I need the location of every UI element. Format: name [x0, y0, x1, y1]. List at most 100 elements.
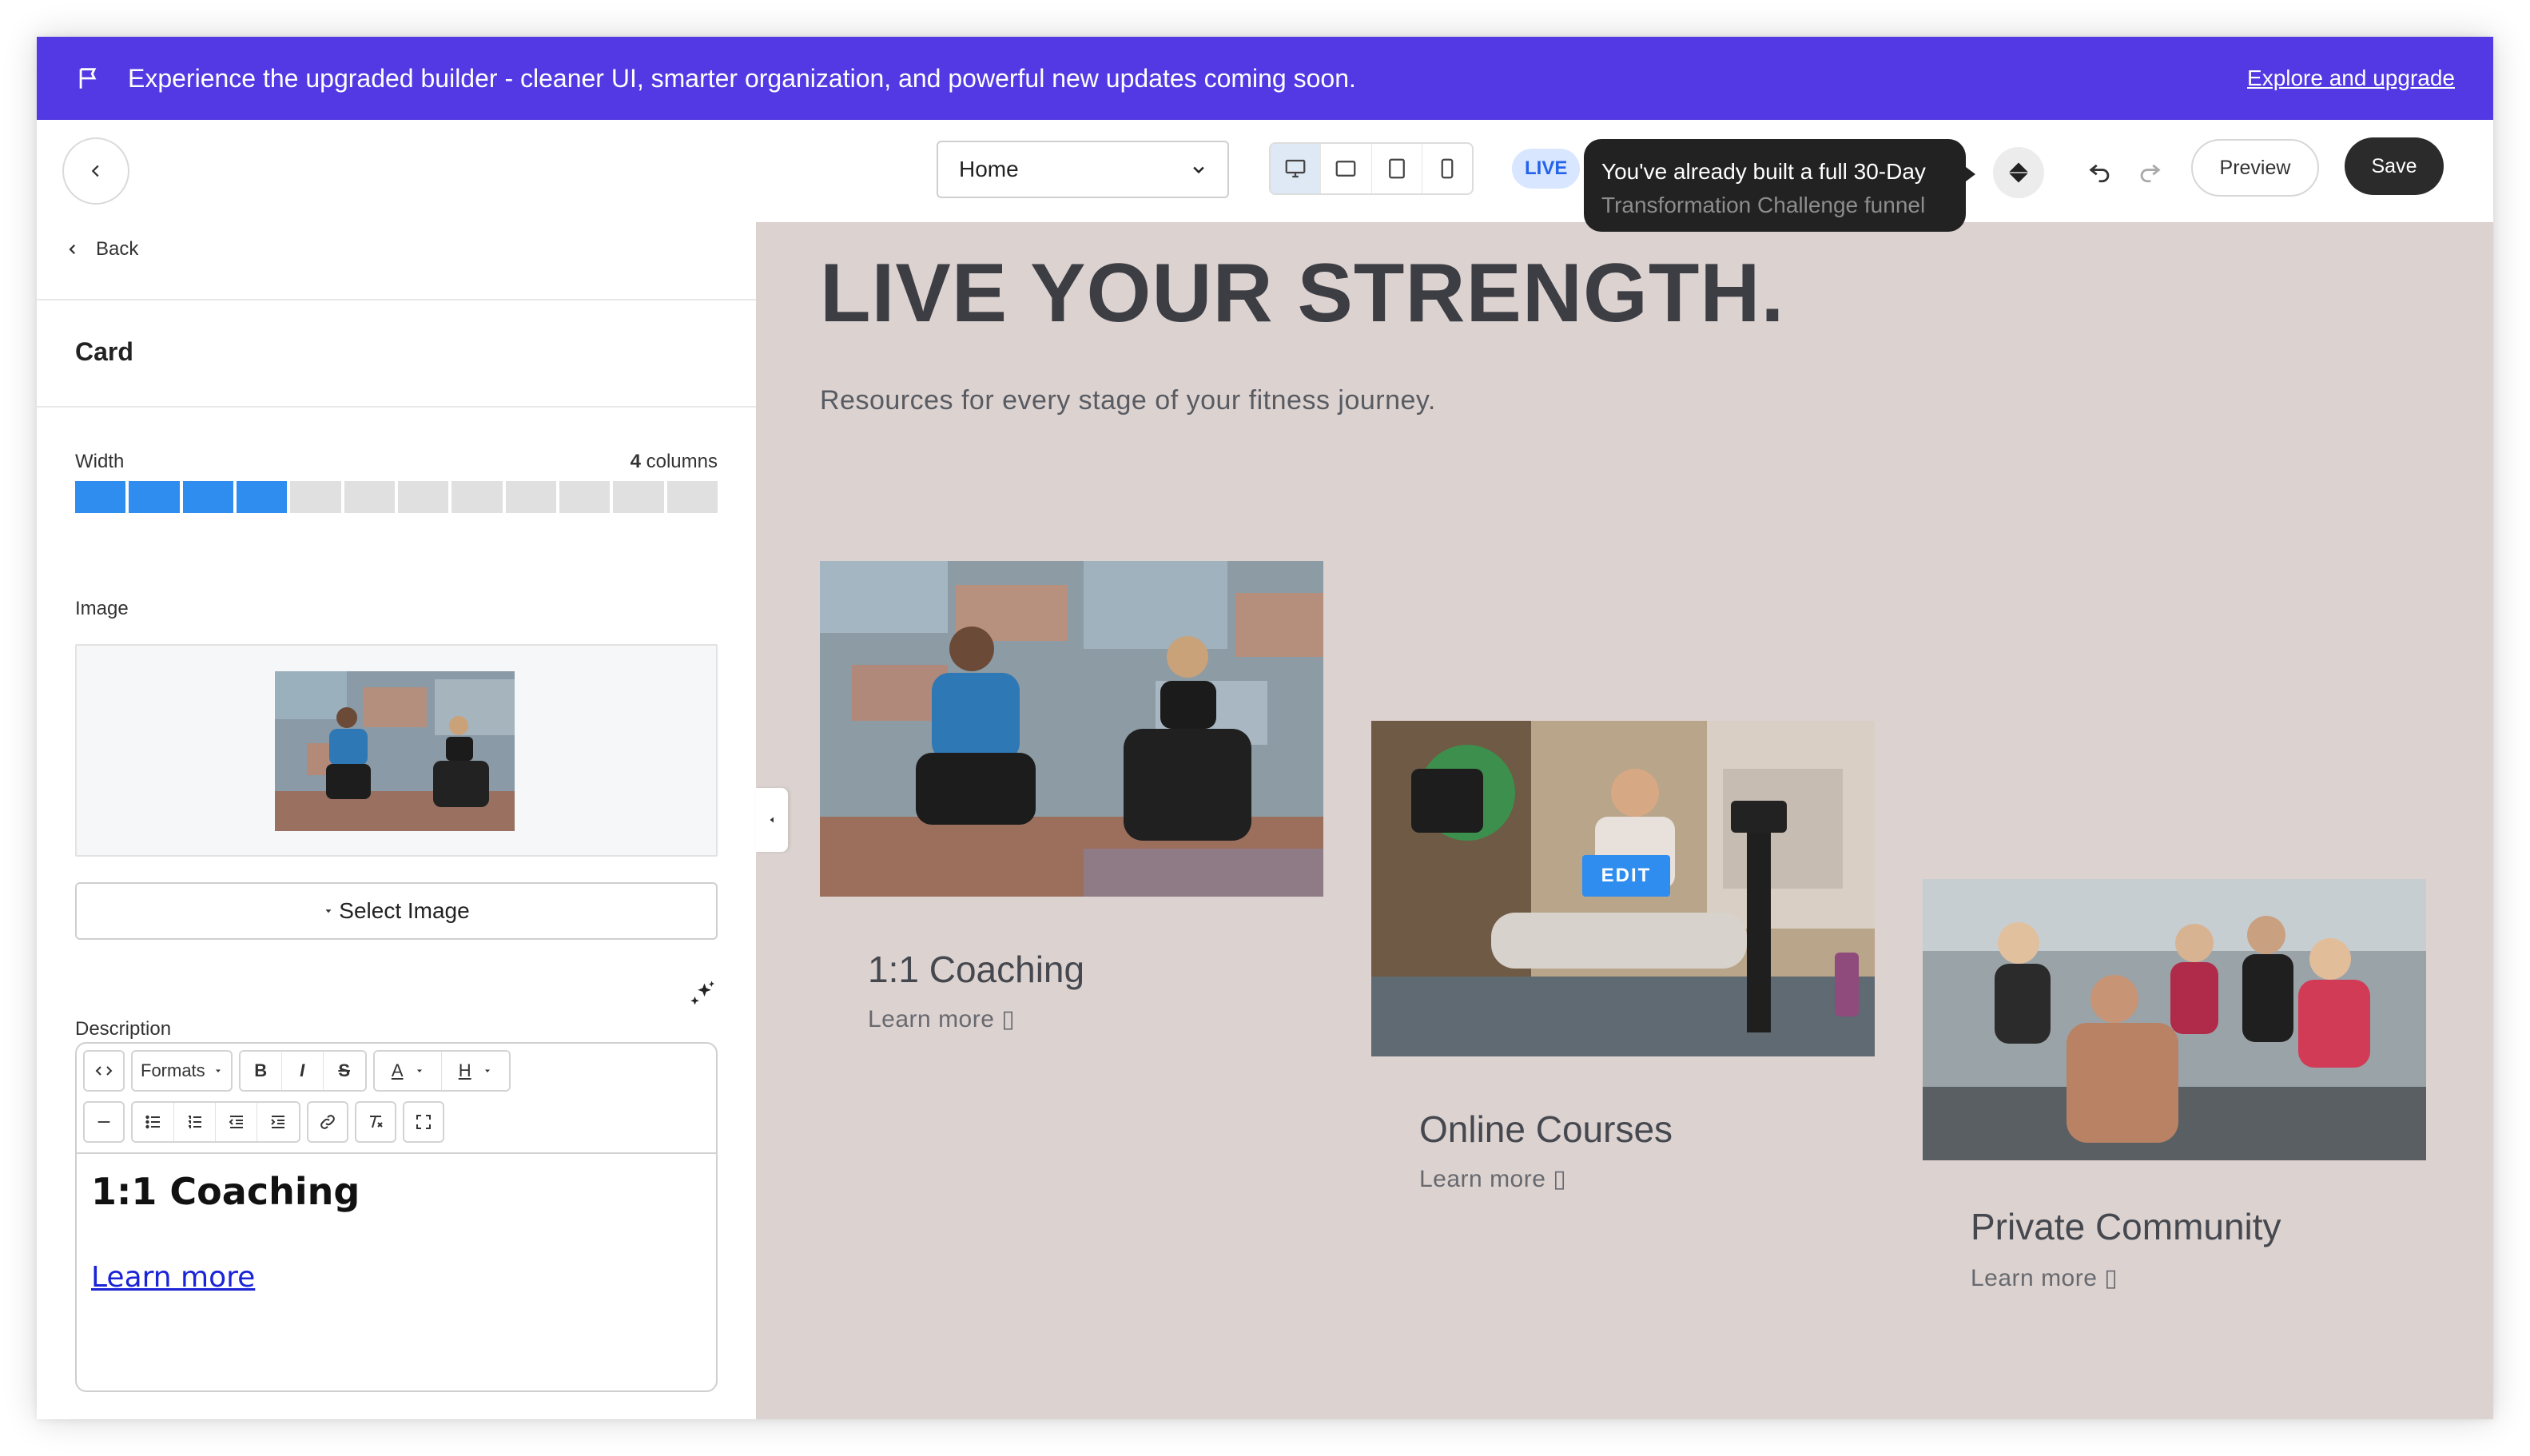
redo-button[interactable] [2132, 153, 2167, 189]
clear-formatting-button[interactable] [355, 1101, 396, 1143]
chevron-down-icon [1193, 166, 1204, 174]
hero-title[interactable]: LIVE YOUR STRENGTH. [820, 246, 1784, 341]
explore-upgrade-link[interactable]: Explore and upgrade [2247, 66, 2455, 91]
outdent-icon [229, 1116, 243, 1128]
width-column-unit: columns [646, 451, 718, 472]
width-segment[interactable] [452, 481, 503, 513]
card-coaching[interactable]: 1:1 Coaching Learn more ▯ [820, 561, 1323, 1056]
bullet-list-button[interactable] [133, 1103, 174, 1141]
width-segment[interactable] [397, 481, 449, 513]
editor-content-area[interactable]: 1:1 Coaching Learn more [77, 1152, 716, 1390]
magic-wand-icon[interactable] [689, 980, 718, 1008]
width-segment[interactable] [290, 481, 341, 513]
horizontal-rule-button[interactable] [83, 1101, 125, 1143]
editor-toolbar-row-2 [83, 1101, 444, 1143]
card-image: EDIT [1371, 721, 1875, 1056]
ai-assistant-button[interactable] [1993, 147, 2044, 198]
mobile-view-button[interactable] [1422, 144, 1472, 193]
card-online-courses[interactable]: EDIT Online Courses Learn more ▯ [1371, 721, 1875, 1216]
redo-icon [2140, 164, 2161, 183]
width-slider[interactable] [75, 481, 718, 513]
tablet-landscape-view-button[interactable] [1321, 144, 1372, 193]
live-badge: LIVE [1512, 149, 1581, 189]
horizontal-rule-icon [97, 1121, 110, 1123]
back-circle-button[interactable] [62, 137, 129, 205]
numbered-list-button[interactable] [174, 1103, 216, 1141]
caret-down-icon [325, 909, 332, 913]
card-learn-more[interactable]: Learn more ▯ [1971, 1264, 2118, 1292]
width-segment[interactable] [505, 481, 556, 513]
width-segment[interactable] [344, 481, 395, 513]
formats-dropdown[interactable]: Formats [131, 1050, 233, 1092]
card-title[interactable]: Private Community [1971, 1205, 2281, 1248]
clear-format-icon [370, 1116, 383, 1128]
formats-label: Formats [141, 1060, 205, 1080]
code-icon [95, 1066, 113, 1076]
editor-learn-more-link[interactable]: Learn more [91, 1261, 702, 1294]
italic-button[interactable]: I [281, 1052, 324, 1090]
image-thumbnail [275, 671, 515, 831]
desktop-view-button[interactable] [1271, 144, 1322, 193]
width-segment[interactable] [236, 481, 288, 513]
edit-badge[interactable]: EDIT [1582, 855, 1670, 897]
tooltip-line-1: You've already built a full 30-Day [1601, 159, 1926, 184]
strikethrough-button[interactable]: S [323, 1052, 365, 1090]
hero-subtitle[interactable]: Resources for every stage of your fitnes… [820, 385, 1436, 416]
tablet-landscape-icon [1336, 161, 1356, 177]
width-label: Width [75, 451, 125, 472]
fullscreen-button[interactable] [403, 1101, 444, 1143]
panel-back-link[interactable]: Back [66, 238, 138, 261]
page-select-value: Home [959, 157, 1019, 181]
banner-message: Experience the upgraded builder - cleane… [128, 63, 1356, 93]
page-select[interactable]: Home [937, 141, 1229, 198]
page-canvas: LIVE YOUR STRENGTH. Resources for every … [756, 222, 2493, 1419]
undo-icon [2089, 164, 2110, 183]
font-color-button[interactable]: A [374, 1052, 442, 1090]
save-button[interactable]: Save [2345, 137, 2444, 195]
panel-section-title: Card [75, 337, 133, 366]
card-learn-more[interactable]: Learn more ▯ [1419, 1165, 1566, 1193]
chevron-left-icon [69, 244, 76, 255]
chevron-left-icon [91, 165, 99, 177]
fullscreen-icon [416, 1115, 431, 1129]
image-preview-box[interactable] [75, 644, 718, 857]
list-group [131, 1101, 300, 1143]
indent-button[interactable] [257, 1103, 299, 1141]
width-segment[interactable] [666, 481, 718, 513]
caret-left-icon [770, 817, 774, 823]
panel-collapse-handle[interactable] [756, 788, 788, 852]
top-toolbar: Home LIVE You've already built a full 30… [37, 120, 2493, 232]
card-image [820, 561, 1323, 897]
preview-button[interactable]: Preview [2191, 139, 2319, 197]
bold-button[interactable]: B [240, 1052, 282, 1090]
width-segment[interactable] [129, 481, 180, 513]
link-button[interactable] [307, 1101, 348, 1143]
width-segment[interactable] [613, 481, 664, 513]
card-private-community[interactable]: Private Community Learn more ▯ [1923, 879, 2426, 1327]
outdent-button[interactable] [216, 1103, 257, 1141]
source-code-button[interactable] [83, 1050, 125, 1092]
bullet-list-icon [145, 1115, 160, 1129]
card-title[interactable]: Online Courses [1419, 1108, 1673, 1151]
width-segment[interactable] [559, 481, 611, 513]
width-column-value: 4 [630, 451, 641, 472]
color-heading-group: A H [372, 1050, 511, 1092]
builder-window: Experience the upgraded builder - cleane… [37, 37, 2493, 1419]
width-segment[interactable] [75, 481, 126, 513]
heading-button[interactable]: H [441, 1052, 509, 1090]
width-segment[interactable] [182, 481, 233, 513]
settings-panel: Back Card Width 4 columns Image Select I… [37, 222, 756, 1419]
editor-toolbar-row-1: Formats B I S A H [83, 1050, 511, 1092]
mobile-icon [1441, 158, 1454, 179]
card-title[interactable]: 1:1 Coaching [868, 948, 1084, 991]
tooltip-line-2: Transformation Challenge funnel [1601, 193, 1926, 217]
undo-button[interactable] [2082, 153, 2118, 189]
card-learn-more[interactable]: Learn more ▯ [868, 1005, 1015, 1033]
width-column-count: 4 columns [631, 451, 718, 473]
upgrade-banner: Experience the upgraded builder - cleane… [37, 37, 2493, 120]
indent-icon [271, 1116, 284, 1128]
select-image-button[interactable]: Select Image [75, 882, 718, 940]
card-image [1923, 879, 2426, 1160]
divider [37, 299, 756, 300]
tablet-view-button[interactable] [1372, 144, 1422, 193]
